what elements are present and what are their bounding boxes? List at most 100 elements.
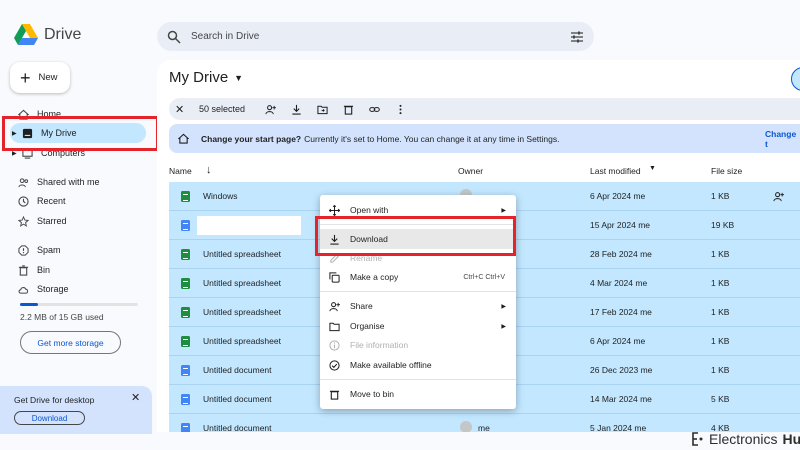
menu-item-label: Move to bin	[350, 389, 394, 399]
file-size: 5 KB	[711, 394, 730, 404]
search-icon[interactable]	[167, 30, 181, 44]
drive-logo-icon	[14, 24, 38, 45]
sidebar-item-storage[interactable]: Storage	[10, 279, 146, 299]
watermark-text-a: Electronics	[709, 431, 778, 447]
file-size: 1 KB	[711, 278, 730, 288]
file-name: Untitled spreadsheet	[203, 307, 281, 317]
home-icon	[178, 133, 189, 144]
page-title[interactable]: My Drive ▼	[169, 69, 243, 86]
document-icon	[181, 423, 190, 432]
drive-logo[interactable]: Drive	[14, 24, 81, 46]
sidebar-item-label: Storage	[37, 284, 69, 294]
menu-item-label: Organise	[350, 321, 385, 331]
selection-toolbar: ✕ 50 selected	[169, 98, 800, 120]
delete-button[interactable]	[335, 104, 361, 115]
file-name: Untitled spreadsheet	[203, 278, 281, 288]
file-name: Untitled document	[203, 423, 272, 432]
bin-icon	[329, 390, 340, 400]
new-button-label: New	[38, 72, 58, 83]
file-modified: 14 Mar 2024 me	[590, 394, 652, 404]
sidebar-item-label: Bin	[37, 265, 51, 275]
sidebar-item-shared[interactable]: Shared with me	[10, 172, 146, 192]
copy-icon	[329, 271, 340, 283]
search-input[interactable]: Search in Drive	[191, 31, 570, 42]
sidebar-item-starred[interactable]: Starred	[10, 211, 146, 231]
sidebar-item-label: Starred	[37, 216, 67, 226]
share-button[interactable]	[257, 104, 283, 115]
column-file-size[interactable]: File size	[711, 166, 742, 176]
more-actions-button[interactable]	[387, 104, 413, 115]
bin-icon	[343, 105, 353, 115]
search-bar[interactable]: Search in Drive	[157, 22, 594, 51]
file-name: Untitled spreadsheet	[203, 336, 281, 346]
storage-progress-bar	[20, 303, 138, 306]
view-toggle-button[interactable]	[791, 67, 800, 91]
highlight-box-my-drive	[2, 116, 159, 151]
column-last-modified[interactable]: Last modified	[590, 166, 641, 176]
change-start-page-link[interactable]: Change t	[765, 129, 800, 149]
file-list-header: Name ↓ Owner Last modified ▼ File size	[169, 162, 800, 182]
menu-item-shortcut: Ctrl+C Ctrl+V	[463, 273, 505, 281]
menu-divider	[320, 379, 516, 380]
new-button[interactable]: + New	[10, 62, 70, 93]
clock-icon	[18, 195, 29, 207]
menu-item-share[interactable]: Share ▶	[320, 296, 516, 316]
copy-link-button[interactable]	[361, 104, 387, 115]
menu-item-offline[interactable]: Make available offline	[320, 355, 516, 375]
search-options-icon[interactable]	[570, 30, 584, 44]
sidebar-item-label: Spam	[37, 245, 61, 255]
folder-icon	[329, 322, 340, 331]
desktop-promo-title: Get Drive for desktop	[14, 395, 95, 405]
file-size: 1 KB	[711, 249, 730, 259]
close-icon[interactable]: ✕	[131, 391, 140, 404]
sidebar-item-recent[interactable]: Recent	[10, 191, 146, 211]
desktop-download-button[interactable]: Download	[14, 411, 85, 425]
chevron-down-icon: ▼	[234, 72, 244, 83]
share-icon	[329, 301, 340, 311]
move-icon	[329, 204, 340, 216]
menu-item-move-to-bin[interactable]: Move to bin	[320, 384, 516, 404]
move-button[interactable]	[309, 104, 335, 115]
file-modified: 26 Dec 2023 me	[590, 365, 653, 375]
page-title-text: My Drive	[169, 69, 229, 86]
redacted-file-name	[197, 216, 301, 235]
file-size: 19 KB	[711, 220, 735, 230]
more-vert-icon	[398, 104, 402, 114]
get-more-storage-button[interactable]: Get more storage	[20, 331, 121, 354]
desktop-promo-card: Get Drive for desktop ✕ Download	[0, 386, 152, 434]
sort-down-icon[interactable]: ▼	[649, 165, 656, 172]
file-owner: me	[478, 423, 490, 432]
file-name: Untitled document	[203, 394, 272, 404]
table-row[interactable]: Untitled document me 5 Jan 2024 me 4 KB	[169, 414, 800, 432]
column-name[interactable]: Name	[169, 166, 192, 176]
spreadsheet-icon	[181, 278, 190, 289]
file-size: 1 KB	[711, 191, 730, 201]
document-icon	[181, 220, 190, 231]
menu-item-label: File information	[350, 340, 409, 350]
menu-item-label: Make a copy	[350, 272, 399, 282]
storage-progress-fill	[20, 303, 38, 306]
file-modified: 17 Feb 2024 me	[590, 307, 652, 317]
row-share-button[interactable]	[773, 191, 784, 204]
menu-item-organise[interactable]: Organise ▶	[320, 316, 516, 336]
column-owner[interactable]: Owner	[458, 166, 483, 176]
info-icon	[329, 339, 340, 351]
menu-item-file-information[interactable]: File information	[320, 335, 516, 355]
file-size: 1 KB	[711, 336, 730, 346]
menu-item-make-copy[interactable]: Make a copy Ctrl+C Ctrl+V	[320, 267, 516, 287]
clear-selection-icon[interactable]: ✕	[175, 103, 189, 116]
banner-text: Currently it's set to Home. You can chan…	[304, 133, 560, 144]
sidebar-item-spam[interactable]: Spam	[10, 240, 146, 260]
sort-arrow-icon[interactable]: ↓	[206, 164, 212, 176]
selection-count: 50 selected	[199, 104, 246, 114]
menu-item-label: Share	[350, 301, 373, 311]
link-icon	[368, 106, 380, 112]
download-button[interactable]	[283, 104, 309, 115]
sidebar-item-bin[interactable]: Bin	[10, 260, 146, 280]
start-page-banner: Change your start page? Currently it's s…	[169, 124, 800, 153]
document-icon	[181, 394, 190, 405]
electronics-hub-watermark: ElectronicsHub	[690, 431, 800, 447]
add-person-icon	[264, 104, 276, 114]
file-size: 1 KB	[711, 365, 730, 375]
offline-icon	[329, 359, 340, 371]
